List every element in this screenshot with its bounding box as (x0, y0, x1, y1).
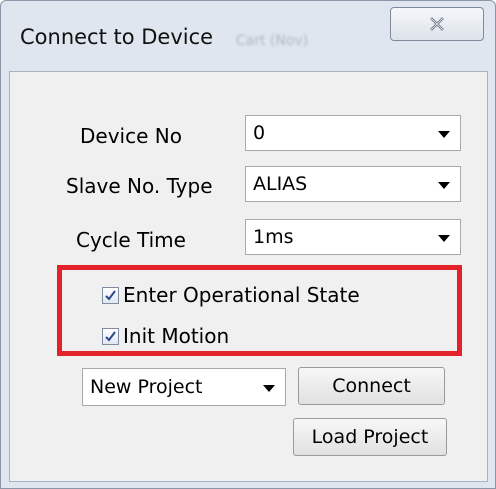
load-project-button-label: Load Project (311, 426, 429, 448)
chevron-down-icon (438, 131, 450, 138)
project-select[interactable]: New Project (82, 368, 286, 406)
device-no-select[interactable]: 0 (245, 115, 461, 151)
project-select-value: New Project (90, 376, 203, 398)
close-button[interactable] (390, 7, 484, 41)
cycle-time-value: 1ms (253, 226, 294, 248)
slave-no-type-select[interactable]: ALIAS (245, 166, 461, 202)
cycle-time-label: Cycle Time (76, 228, 186, 252)
init-motion-checkbox[interactable] (102, 328, 119, 345)
device-no-label: Device No (80, 124, 182, 148)
chevron-down-icon (438, 182, 450, 189)
init-motion-label[interactable]: Init Motion (123, 324, 229, 348)
enter-operational-state-checkbox[interactable] (102, 287, 119, 304)
chevron-down-icon (438, 235, 450, 242)
load-project-button[interactable]: Load Project (293, 418, 447, 456)
title-bar[interactable]: Connect to Device Cart (Nov) (1, 1, 495, 71)
enter-operational-state-label[interactable]: Enter Operational State (123, 283, 360, 307)
slave-no-type-value: ALIAS (253, 173, 308, 195)
connect-button-label: Connect (332, 375, 411, 397)
chevron-down-icon (263, 385, 275, 392)
window-title: Connect to Device (20, 25, 214, 49)
connect-button[interactable]: Connect (298, 367, 445, 405)
checkmark-icon (105, 290, 116, 301)
dialog-content: Device No 0 Slave No. Type ALIAS Cycle T… (9, 71, 488, 482)
slave-no-type-label: Slave No. Type (66, 174, 213, 198)
checkmark-icon (105, 331, 116, 342)
close-icon (430, 17, 444, 31)
connect-to-device-dialog: Connect to Device Cart (Nov) Device No 0… (0, 0, 496, 489)
cycle-time-select[interactable]: 1ms (245, 219, 461, 255)
device-no-value: 0 (253, 122, 266, 144)
background-window-text: Cart (Nov) (235, 33, 309, 49)
